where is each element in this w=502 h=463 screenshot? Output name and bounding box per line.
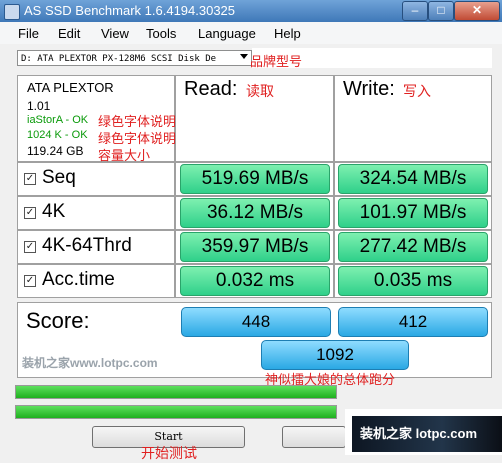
checkbox-4k-64thrd[interactable]: ✓ bbox=[24, 241, 36, 253]
score-read: 448 bbox=[181, 307, 331, 337]
drive-capacity: 119.24 GB bbox=[27, 144, 84, 158]
4k-read-value: 36.12 MB/s bbox=[180, 198, 330, 228]
menu-file[interactable]: File bbox=[18, 26, 39, 41]
watermark-text: 装机之家www.lotpc.com bbox=[22, 356, 158, 370]
firmware-version: 1.01 bbox=[27, 99, 51, 113]
row-label-cell bbox=[17, 162, 175, 196]
annotation-start-test: 开始测试 bbox=[141, 445, 197, 461]
checkbox-4k[interactable]: ✓ bbox=[24, 207, 36, 219]
row-label-cell bbox=[17, 196, 175, 230]
progress-fill-1 bbox=[16, 386, 336, 398]
score-write: 412 bbox=[338, 307, 488, 337]
alignment-status: 1024 K - OK bbox=[27, 129, 88, 141]
minimize-button[interactable]: – bbox=[402, 1, 428, 21]
score-total: 1092 bbox=[261, 340, 409, 370]
write-header: Write: bbox=[343, 78, 395, 100]
checkbox-acc-time[interactable]: ✓ bbox=[24, 275, 36, 287]
menu-view[interactable]: View bbox=[101, 26, 129, 41]
menu-bar: File Edit View Tools Language Help bbox=[0, 22, 502, 44]
site-logo: 装机之家 lotpc.com bbox=[352, 416, 502, 452]
acc-write-value: 0.035 ms bbox=[338, 266, 488, 296]
menu-edit[interactable]: Edit bbox=[58, 26, 80, 41]
seq-write-value: 324.54 MB/s bbox=[338, 164, 488, 194]
row-label-seq: Seq bbox=[42, 167, 76, 188]
row-label-4k-64thrd: 4K-64Thrd bbox=[42, 235, 132, 256]
progress-fill-2 bbox=[16, 406, 336, 418]
annotation-brand-model: 品牌型号 bbox=[250, 54, 303, 69]
app-icon bbox=[4, 4, 20, 20]
drive-select[interactable]: D: ATA PLEXTOR PX-128M6 SCSI Disk De bbox=[17, 50, 252, 66]
row-label-4k: 4K bbox=[42, 201, 66, 222]
abort-button[interactable] bbox=[282, 426, 346, 448]
row-label-acc-time: Acc.time bbox=[42, 269, 115, 290]
progress-bar-1 bbox=[15, 385, 337, 399]
progress-bar-2 bbox=[15, 405, 337, 419]
chevron-down-icon[interactable] bbox=[240, 54, 248, 59]
drive-name: ATA PLEXTOR bbox=[27, 80, 114, 95]
4k-write-value: 101.97 MB/s bbox=[338, 198, 488, 228]
maximize-button[interactable]: □ bbox=[428, 1, 454, 21]
annotation-write: 写入 bbox=[403, 83, 431, 99]
4k64-read-value: 359.97 MB/s bbox=[180, 232, 330, 262]
close-button[interactable]: ✕ bbox=[454, 1, 500, 21]
menu-language[interactable]: Language bbox=[198, 26, 256, 41]
title-bar: AS SSD Benchmark 1.6.4194.30325 – □ ✕ bbox=[0, 0, 502, 22]
window-title: AS SSD Benchmark 1.6.4194.30325 bbox=[24, 3, 236, 18]
checkbox-seq[interactable]: ✓ bbox=[24, 173, 36, 185]
score-label: Score: bbox=[26, 308, 90, 333]
menu-tools[interactable]: Tools bbox=[146, 26, 176, 41]
driver-status: iaStorA - OK bbox=[27, 114, 89, 126]
read-header: Read: bbox=[184, 78, 238, 100]
4k64-write-value: 277.42 MB/s bbox=[338, 232, 488, 262]
annotation-read: 读取 bbox=[246, 83, 274, 99]
menu-help[interactable]: Help bbox=[274, 26, 301, 41]
seq-read-value: 519.69 MB/s bbox=[180, 164, 330, 194]
acc-read-value: 0.032 ms bbox=[180, 266, 330, 296]
